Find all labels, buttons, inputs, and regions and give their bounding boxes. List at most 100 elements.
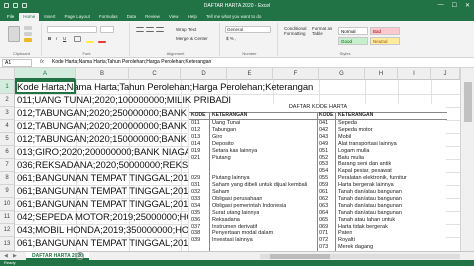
fx-icon[interactable]: fx (40, 59, 44, 65)
formula-bar: A1 fx Kode Harta;Nama Harta;Tahun Perole… (0, 58, 474, 68)
cell-a9[interactable]: 061;BANGUNAN TEMPAT TINGGAL;2018;25... (17, 186, 214, 197)
left-row-description: Instrumen derivatif (212, 223, 258, 230)
font-name-select[interactable] (47, 26, 97, 33)
tell-me-search[interactable]: Tell me what you want to do (202, 13, 266, 21)
style-good[interactable]: Good (338, 37, 368, 45)
select-all-corner[interactable] (0, 68, 15, 80)
tab-data[interactable]: Data (123, 13, 141, 21)
close-button[interactable]: ✕ (465, 2, 470, 9)
row-header-4[interactable]: 4 (0, 120, 15, 133)
row-header-5[interactable]: 5 (0, 133, 15, 146)
minimize-button[interactable]: — (438, 2, 444, 9)
bold-icon[interactable]: B (48, 36, 51, 41)
column-header-f[interactable]: F (273, 68, 319, 80)
row-header-8[interactable]: 8 (0, 172, 15, 185)
row-header-1[interactable]: 1 (0, 80, 15, 94)
right-row-code: 064 (319, 209, 329, 216)
row-header-10[interactable]: 10 (0, 198, 15, 211)
cut-icon[interactable] (24, 26, 32, 30)
horizontal-scrollbar[interactable] (260, 254, 460, 259)
column-header-a[interactable]: A (15, 68, 76, 80)
left-row-code: 039 (191, 237, 201, 244)
left-row-code: 038 (191, 230, 201, 237)
row-header-11[interactable]: 11 (0, 211, 15, 224)
add-sheet-button[interactable]: + (76, 252, 84, 260)
tab-view[interactable]: View (165, 13, 183, 21)
left-row-code: 035 (191, 209, 201, 216)
cell-a8[interactable]: 061;BANGUNAN TEMPAT TINGGAL;2017;15... (17, 173, 214, 184)
left-row-description: Piutang (212, 154, 231, 161)
borders-icon[interactable] (74, 36, 81, 42)
cell-a6[interactable]: 013;GIRO;2020;200000000;BANK NIAGA (17, 147, 191, 158)
copy-icon[interactable] (24, 32, 32, 36)
column-header-h[interactable]: H (365, 68, 398, 80)
cell-a5[interactable]: 012;TABUNGAN;2020;150000000;BANK BNI (17, 134, 205, 145)
italic-icon[interactable]: I (56, 36, 57, 41)
cell-a4[interactable]: 012;TABUNGAN;2020;200000000;BANK BCA (17, 121, 209, 132)
row-header-3[interactable]: 3 (0, 107, 15, 120)
prev-sheet-icon[interactable]: ◀ (4, 253, 8, 259)
tab-formulas[interactable]: Formulas (95, 13, 122, 21)
column-header-e[interactable]: E (227, 68, 273, 80)
right-row-code: 062 (319, 195, 329, 202)
vertical-scrollbar[interactable] (460, 68, 474, 251)
fill-color-icon[interactable] (86, 41, 94, 43)
align-top-icon[interactable] (136, 27, 144, 32)
font-size-select[interactable] (100, 26, 114, 33)
style-normal[interactable]: Normal (338, 27, 368, 35)
tab-review[interactable]: Review (141, 13, 164, 21)
cell-a12[interactable]: 043;MOBIL HONDA;2019;350000000;HONDA (17, 225, 209, 236)
underline-icon[interactable]: U (63, 36, 66, 41)
row-header-13[interactable]: 13 (0, 237, 15, 251)
formula-input[interactable]: Kode Harta;Nama Harta;Tahun Perolehan;Ha… (52, 59, 211, 66)
paste-icon[interactable] (8, 26, 20, 42)
row-header-7[interactable]: 7 (0, 159, 15, 172)
style-bad[interactable]: Bad (370, 27, 400, 35)
kode-harta-table-image[interactable]: DAFTAR KODE HARTA KODE KETERANGAN KODE K… (188, 104, 447, 258)
left-row-code: 019 (191, 147, 201, 154)
wrap-text-button[interactable]: Wrap Text (176, 27, 196, 32)
style-neutral[interactable]: Neutral (370, 37, 400, 45)
maximize-button[interactable]: ☐ (452, 2, 457, 9)
right-row-code: 054 (319, 168, 329, 175)
scroll-thumb[interactable] (464, 82, 472, 122)
column-header-i[interactable]: I (398, 68, 431, 80)
tab-home[interactable]: Home (19, 13, 40, 21)
number-format-value: General (227, 27, 244, 32)
clipboard-label: Clipboard (12, 51, 31, 56)
align-middle-icon[interactable] (146, 27, 154, 32)
merge-center-button[interactable]: Merge & Center (176, 36, 208, 41)
font-color-icon[interactable] (98, 41, 106, 43)
right-row-description: Royalti (338, 237, 355, 244)
column-header-g[interactable]: G (319, 68, 365, 80)
format-painter-icon[interactable] (24, 38, 32, 42)
tab-file[interactable]: File (3, 13, 18, 21)
alignment-label: Alignment (166, 51, 185, 56)
column-header-j[interactable]: J (431, 68, 460, 80)
currency-icon[interactable]: $ % , (226, 36, 236, 41)
row-header-6[interactable]: 6 (0, 146, 15, 159)
column-header-c[interactable]: C (129, 68, 181, 80)
right-row-code: 069 (319, 223, 329, 230)
clipboard-group: Clipboard (2, 23, 42, 56)
right-row-code: 072 (319, 237, 329, 244)
left-row-description: Deposito (212, 140, 234, 147)
column-header-d[interactable]: D (181, 68, 227, 80)
number-group: General $ % , Number (222, 23, 278, 56)
tab-insert[interactable]: Insert (40, 13, 59, 21)
conditional-formatting-button[interactable]: Conditional Formatting (284, 26, 310, 36)
column-header-b[interactable]: B (76, 68, 129, 80)
right-row-code: 049 (319, 140, 329, 147)
row-header-9[interactable]: 9 (0, 185, 15, 198)
tab-page-layout[interactable]: Page Layout (61, 13, 94, 21)
align-bottom-icon[interactable] (156, 27, 164, 32)
row-header-12[interactable]: 12 (0, 224, 15, 237)
left-row-description: Reksadana (212, 216, 240, 223)
name-box[interactable]: A1 (2, 59, 32, 67)
cell-a10[interactable]: 061;BANGUNAN TEMPAT TINGGAL;2015;15... (17, 199, 214, 210)
format-as-table-button[interactable]: Format as Table (312, 26, 334, 36)
hscroll-thumb[interactable] (270, 254, 330, 259)
tab-help[interactable]: Help (184, 13, 201, 21)
row-header-2[interactable]: 2 (0, 94, 15, 107)
next-sheet-icon[interactable]: ▶ (13, 253, 17, 259)
